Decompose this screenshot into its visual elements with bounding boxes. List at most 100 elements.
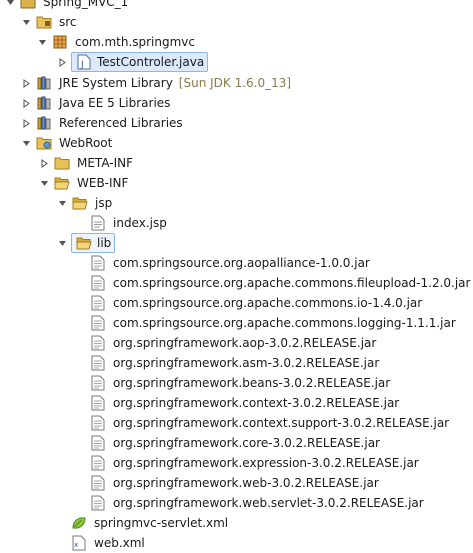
- folder-open-icon: [53, 174, 71, 192]
- jar-label: com.springsource.org.apache.commons.file…: [113, 276, 471, 290]
- tree-item-jar[interactable]: com.springsource.org.apache.commons.file…: [89, 273, 472, 293]
- java-file-label: TestControler.java: [97, 55, 205, 69]
- tree-item-javaee[interactable]: Java EE 5 Libraries: [20, 93, 172, 113]
- servlet-xml-label: springmvc-servlet.xml: [94, 516, 229, 530]
- xml-file-icon: x: [70, 534, 88, 552]
- chevron-right-icon[interactable]: [56, 52, 68, 72]
- jar-file-icon: [89, 334, 107, 352]
- jar-label: com.springsource.org.apache.commons.io-1…: [113, 296, 423, 310]
- webroot-label: WebRoot: [59, 136, 113, 150]
- spring-leaf-icon: [70, 514, 88, 532]
- tree-item-jar[interactable]: org.springframework.asm-3.0.2.RELEASE.ja…: [89, 353, 381, 373]
- jar-label: com.springsource.org.apache.commons.logg…: [113, 316, 456, 330]
- reflibs-label: Referenced Libraries: [59, 116, 183, 130]
- chevron-down-icon[interactable]: [20, 12, 32, 32]
- tree-item-jar[interactable]: org.springframework.context-3.0.2.RELEAS…: [89, 393, 401, 413]
- index-jsp-label: index.jsp: [113, 216, 167, 230]
- tree-item-web-inf[interactable]: WEB-INF: [38, 173, 130, 193]
- jar-label: org.springframework.context.support-3.0.…: [113, 416, 450, 430]
- project-explorer-tree: Spring_MVC_1 src com.mth.springmvc J Tes…: [0, 0, 473, 551]
- tree-item-package[interactable]: com.mth.springmvc: [36, 32, 197, 52]
- tree-item-jar[interactable]: org.springframework.aop-3.0.2.RELEASE.ja…: [89, 333, 378, 353]
- tree-item-web-xml[interactable]: x web.xml: [70, 533, 147, 553]
- jar-label: org.springframework.expression-3.0.2.REL…: [113, 456, 419, 470]
- focus-outline: lib: [71, 233, 116, 253]
- jar-label: org.springframework.asm-3.0.2.RELEASE.ja…: [113, 356, 380, 370]
- jar-file-icon: [89, 474, 107, 492]
- tree-item-jar[interactable]: org.springframework.context.support-3.0.…: [89, 413, 451, 433]
- jar-label: org.springframework.core-3.0.2.RELEASE.j…: [113, 436, 380, 450]
- jar-file-icon: [89, 374, 107, 392]
- web-xml-label: web.xml: [94, 536, 145, 550]
- package-icon: [51, 33, 69, 51]
- tree-item-meta-inf[interactable]: META-INF: [38, 153, 135, 173]
- jar-label: org.springframework.web.servlet-3.0.2.RE…: [113, 496, 424, 510]
- javaee-label: Java EE 5 Libraries: [59, 96, 171, 110]
- svg-text:x: x: [74, 541, 78, 549]
- library-icon: [35, 94, 53, 112]
- chevron-down-icon[interactable]: [36, 32, 48, 52]
- project-label: Spring_MVC_1: [43, 0, 129, 9]
- tree-item-jar[interactable]: org.springframework.web.servlet-3.0.2.RE…: [89, 493, 426, 513]
- tree-item-jar[interactable]: org.springframework.core-3.0.2.RELEASE.j…: [89, 433, 382, 453]
- chevron-right-icon[interactable]: [20, 73, 32, 93]
- jar-file-icon: [89, 314, 107, 332]
- tree-item-jar[interactable]: org.springframework.web-3.0.2.RELEASE.ja…: [89, 473, 381, 493]
- chevron-down-icon[interactable]: [38, 173, 50, 193]
- webroot-folder-icon: [35, 134, 53, 152]
- chevron-down-icon[interactable]: [56, 193, 68, 213]
- tree-item-jar[interactable]: org.springframework.beans-3.0.2.RELEASE.…: [89, 373, 392, 393]
- package-label: com.mth.springmvc: [75, 35, 196, 49]
- jar-file-icon: [89, 394, 107, 412]
- tree-item-jar[interactable]: com.springsource.org.apache.commons.io-1…: [89, 293, 424, 313]
- jsp-folder-label: jsp: [95, 196, 113, 210]
- svg-text:J: J: [80, 60, 84, 70]
- library-icon: [35, 114, 53, 132]
- chevron-down-icon[interactable]: [4, 0, 16, 12]
- project-icon: [19, 0, 37, 11]
- folder-open-icon: [75, 234, 93, 252]
- jar-file-icon: [89, 494, 107, 512]
- tree-item-project[interactable]: Spring_MVC_1: [4, 0, 130, 12]
- jsp-file-icon: [89, 214, 107, 232]
- jar-file-icon: [89, 254, 107, 272]
- jar-file-icon: [89, 414, 107, 432]
- tree-item-servlet-xml[interactable]: springmvc-servlet.xml: [70, 513, 230, 533]
- folder-icon: [53, 154, 71, 172]
- tree-item-lib-folder[interactable]: lib: [56, 233, 116, 253]
- jar-label: com.springsource.org.aopalliance-1.0.0.j…: [113, 256, 370, 270]
- tree-item-webroot[interactable]: WebRoot: [20, 133, 114, 153]
- jar-file-icon: [89, 294, 107, 312]
- chevron-right-icon[interactable]: [20, 93, 32, 113]
- tree-item-referenced-libraries[interactable]: Referenced Libraries: [20, 113, 185, 133]
- tree-item-jar[interactable]: org.springframework.expression-3.0.2.REL…: [89, 453, 421, 473]
- jar-file-icon: [89, 354, 107, 372]
- jre-decoration: [Sun JDK 1.6.0_13]: [178, 76, 292, 90]
- meta-inf-label: META-INF: [77, 156, 134, 170]
- jar-file-icon: [89, 274, 107, 292]
- jar-file-icon: [89, 454, 107, 472]
- chevron-down-icon[interactable]: [56, 233, 68, 253]
- chevron-down-icon[interactable]: [20, 133, 32, 153]
- java-file-icon: J: [75, 53, 93, 71]
- library-icon: [35, 74, 53, 92]
- jar-label: org.springframework.aop-3.0.2.RELEASE.ja…: [113, 336, 377, 350]
- selection-highlight: J TestControler.java: [71, 52, 209, 72]
- tree-item-jre[interactable]: JRE System Library [Sun JDK 1.6.0_13]: [20, 73, 291, 93]
- chevron-right-icon[interactable]: [38, 153, 50, 173]
- folder-open-icon: [71, 194, 89, 212]
- web-inf-label: WEB-INF: [77, 176, 129, 190]
- tree-item-jsp-folder[interactable]: jsp: [56, 193, 114, 213]
- jar-file-icon: [89, 434, 107, 452]
- tree-item-java-file[interactable]: J TestControler.java: [56, 52, 209, 72]
- source-folder-icon: [35, 13, 53, 31]
- jar-label: org.springframework.beans-3.0.2.RELEASE.…: [113, 376, 391, 390]
- chevron-right-icon[interactable]: [20, 113, 32, 133]
- tree-item-src[interactable]: src: [20, 12, 79, 32]
- tree-item-jar[interactable]: com.springsource.org.apache.commons.logg…: [89, 313, 458, 333]
- src-label: src: [59, 15, 77, 29]
- jre-label: JRE System Library: [59, 76, 173, 90]
- tree-item-jar[interactable]: com.springsource.org.aopalliance-1.0.0.j…: [89, 253, 372, 273]
- lib-folder-label: lib: [97, 236, 112, 250]
- tree-item-index-jsp[interactable]: index.jsp: [89, 213, 169, 233]
